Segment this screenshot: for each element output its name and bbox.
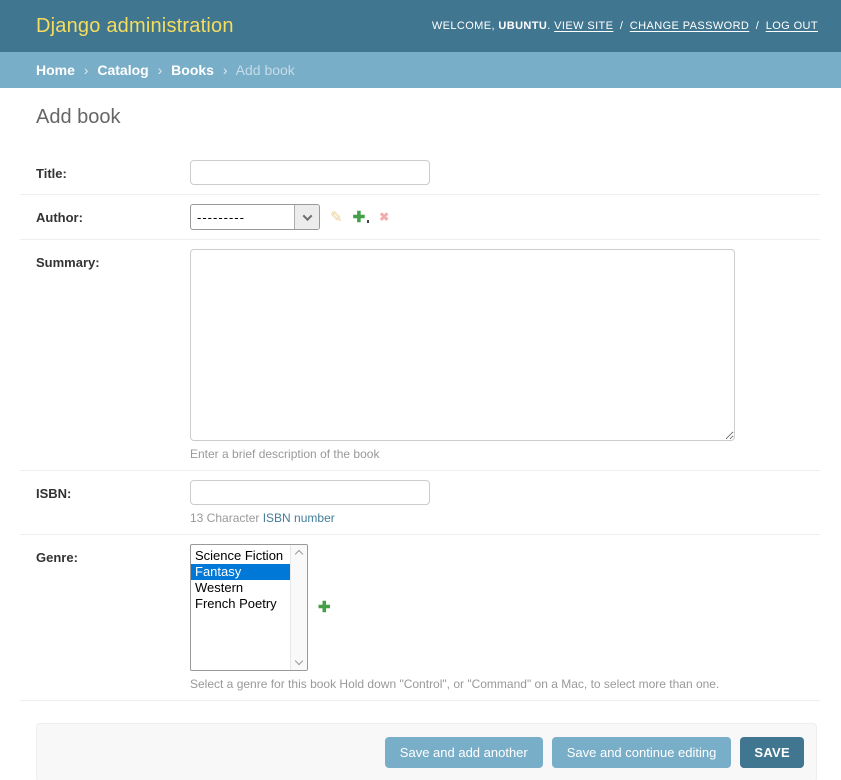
submit-row: Save and add another Save and continue e… bbox=[36, 723, 817, 780]
genre-help-text: Select a genre for this book Hold down "… bbox=[190, 677, 719, 691]
author-select-value: --------- bbox=[191, 205, 294, 229]
breadcrumb-separator: › bbox=[158, 62, 163, 78]
genre-scrollbar[interactable] bbox=[290, 545, 307, 670]
genre-label: Genre: bbox=[36, 544, 190, 565]
title-input[interactable] bbox=[190, 160, 430, 185]
welcome-text: WELCOME, bbox=[432, 20, 495, 32]
separator: / bbox=[756, 20, 759, 32]
dot-artifact bbox=[367, 220, 369, 223]
save-and-continue-button[interactable]: Save and continue editing bbox=[552, 737, 732, 768]
summary-help-text: Enter a brief description of the book bbox=[190, 447, 735, 461]
genre-option[interactable]: Western bbox=[191, 580, 290, 596]
summary-textarea[interactable] bbox=[190, 249, 735, 441]
breadcrumb-books[interactable]: Books bbox=[171, 62, 214, 78]
add-book-form: Title: Author: --------- ✎ ✚ ✖ Summary: … bbox=[20, 151, 820, 701]
genre-multiselect[interactable]: Science FictionFantasyWesternFrench Poet… bbox=[190, 544, 308, 671]
breadcrumb-home[interactable]: Home bbox=[36, 62, 75, 78]
author-label: Author: bbox=[36, 204, 190, 225]
isbn-help-prefix: 13 Character bbox=[190, 511, 263, 525]
scroll-down-icon[interactable] bbox=[295, 657, 303, 665]
genre-option[interactable]: Science Fiction bbox=[191, 548, 290, 564]
breadcrumb-separator: › bbox=[84, 62, 89, 78]
breadcrumb: Home › Catalog › Books › Add book bbox=[0, 52, 841, 88]
chevron-down-icon bbox=[302, 211, 312, 221]
save-and-add-another-button[interactable]: Save and add another bbox=[385, 737, 543, 768]
isbn-help-text: 13 Character ISBN number bbox=[190, 511, 430, 525]
isbn-label: ISBN: bbox=[36, 480, 190, 501]
header: Django administration WELCOME, UBUNTU. V… bbox=[0, 0, 841, 52]
user-tools: WELCOME, UBUNTU. VIEW SITE / CHANGE PASS… bbox=[432, 20, 818, 32]
title-label: Title: bbox=[36, 160, 190, 181]
genre-option[interactable]: Fantasy bbox=[191, 564, 290, 580]
change-password-link[interactable]: CHANGE PASSWORD bbox=[630, 20, 749, 32]
form-row-summary: Summary: Enter a brief description of th… bbox=[20, 240, 820, 471]
breadcrumb-current: Add book bbox=[236, 62, 295, 78]
breadcrumb-separator: › bbox=[223, 62, 228, 78]
username: UBUNTU bbox=[498, 20, 547, 32]
form-row-author: Author: --------- ✎ ✚ ✖ bbox=[20, 195, 820, 240]
scroll-up-icon[interactable] bbox=[295, 550, 303, 558]
view-site-link[interactable]: VIEW SITE bbox=[554, 20, 613, 32]
delete-author-icon[interactable]: ✖ bbox=[379, 211, 389, 223]
save-button[interactable]: SAVE bbox=[740, 737, 804, 768]
add-genre-icon[interactable]: ✚ bbox=[318, 600, 331, 615]
isbn-number-link[interactable]: ISBN number bbox=[263, 511, 335, 525]
author-select-dropdown-button[interactable] bbox=[294, 205, 319, 229]
isbn-input[interactable] bbox=[190, 480, 430, 505]
content: Add book Title: Author: --------- ✎ ✚ ✖ … bbox=[0, 88, 841, 780]
genre-option[interactable]: French Poetry bbox=[191, 596, 290, 612]
page-title: Add book bbox=[36, 106, 820, 129]
author-select[interactable]: --------- bbox=[190, 204, 320, 230]
edit-author-icon[interactable]: ✎ bbox=[330, 210, 343, 225]
form-row-isbn: ISBN: 13 Character ISBN number bbox=[20, 471, 820, 535]
log-out-link[interactable]: LOG OUT bbox=[766, 20, 818, 32]
add-author-icon[interactable]: ✚ bbox=[353, 210, 366, 225]
site-branding[interactable]: Django administration bbox=[36, 15, 234, 38]
form-row-title: Title: bbox=[20, 151, 820, 195]
form-row-genre: Genre: Science FictionFantasyWesternFren… bbox=[20, 535, 820, 701]
genre-select-options: Science FictionFantasyWesternFrench Poet… bbox=[191, 545, 290, 670]
summary-label: Summary: bbox=[36, 249, 190, 270]
separator: / bbox=[620, 20, 623, 32]
breadcrumb-catalog[interactable]: Catalog bbox=[97, 62, 148, 78]
period: . bbox=[547, 20, 550, 32]
